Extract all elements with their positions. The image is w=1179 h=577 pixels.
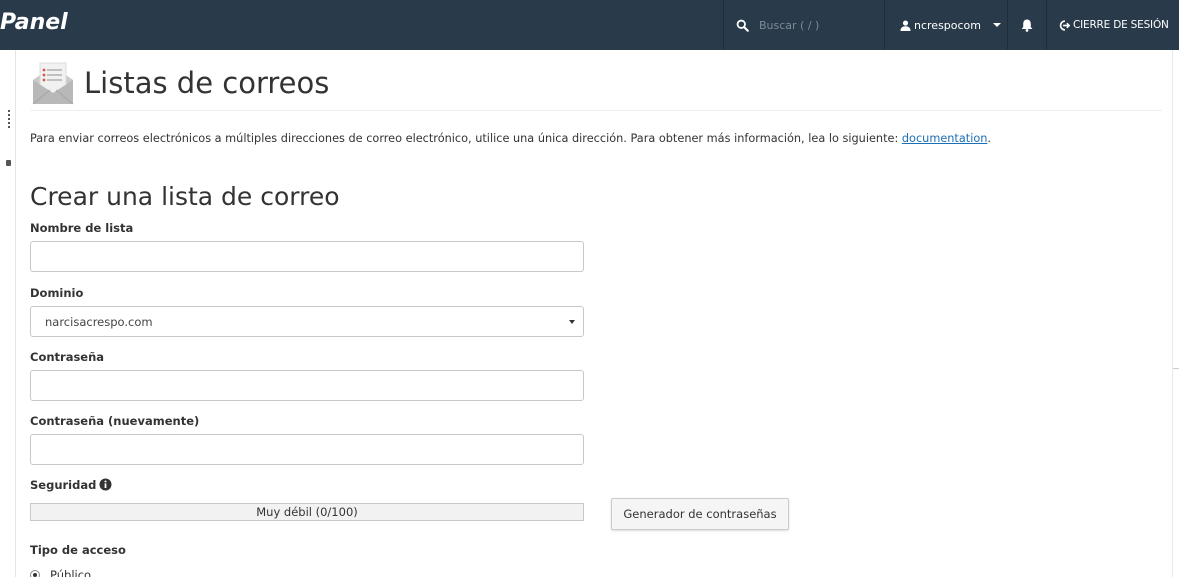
password-strength-meter: Muy débil (0/100) [30,503,584,521]
access-type-label: Tipo de acceso [30,543,126,557]
header-divider [30,110,1162,111]
list-name-label: Nombre de lista [30,221,134,235]
documentation-link[interactable]: documentation [902,132,988,145]
scrollbar-mark [1173,368,1179,369]
domain-select[interactable]: narcisacrespo.com [30,306,584,337]
password-label: Contraseña [30,350,105,364]
password-again-input[interactable] [30,434,584,465]
dropdown-arrow-icon [569,320,575,324]
search-placeholder: Buscar ( / ) [759,18,820,32]
list-name-input[interactable] [30,241,584,272]
sidebar-collapsed [0,50,16,577]
scrollbar-edge[interactable] [1172,50,1179,577]
mailing-list-icon [32,62,74,105]
strength-text: Muy débil (0/100) [256,505,358,519]
sign-out-icon [1059,19,1070,31]
bell-icon [1021,19,1032,32]
page-title: Listas de correos [84,66,330,100]
section-title: Crear una lista de correo [30,182,340,211]
notifications-button[interactable] [1007,0,1045,50]
brand-logo[interactable]: Panel [0,10,68,35]
access-public-label: Público [50,568,92,577]
user-menu[interactable]: ncrespocom [884,0,1006,50]
intro-body: Para enviar correos electrónicos a múlti… [30,132,902,145]
sidebar-icon[interactable] [6,160,11,166]
logout-button[interactable]: CIERRE DE SESIÓN [1046,0,1179,50]
search-icon [736,19,749,32]
radio-public[interactable] [30,570,40,577]
intro-end: . [987,132,992,145]
security-label: Seguridad [30,478,112,492]
info-circle-icon[interactable] [99,478,112,491]
password-input[interactable] [30,370,584,401]
domain-label: Dominio [30,286,84,300]
logout-label: CIERRE DE SESIÓN [1073,19,1169,31]
access-public-option[interactable]: Público [30,568,91,577]
user-icon [900,19,911,31]
username-label: ncrespocom [914,18,982,32]
password-generator-button[interactable]: Generador de contraseñas [611,498,789,530]
caret-down-icon [993,23,1002,27]
top-navbar: Panel Buscar ( / ) ncrespocom CIERRE DE … [0,0,1179,50]
security-label-text: Seguridad [30,478,97,492]
search-box[interactable]: Buscar ( / ) [723,0,883,50]
domain-selected-value: narcisacrespo.com [45,314,153,329]
intro-text: Para enviar correos electrónicos a múlti… [30,132,991,145]
sidebar-handle[interactable] [8,110,10,128]
password-again-label: Contraseña (nuevamente) [30,414,200,428]
